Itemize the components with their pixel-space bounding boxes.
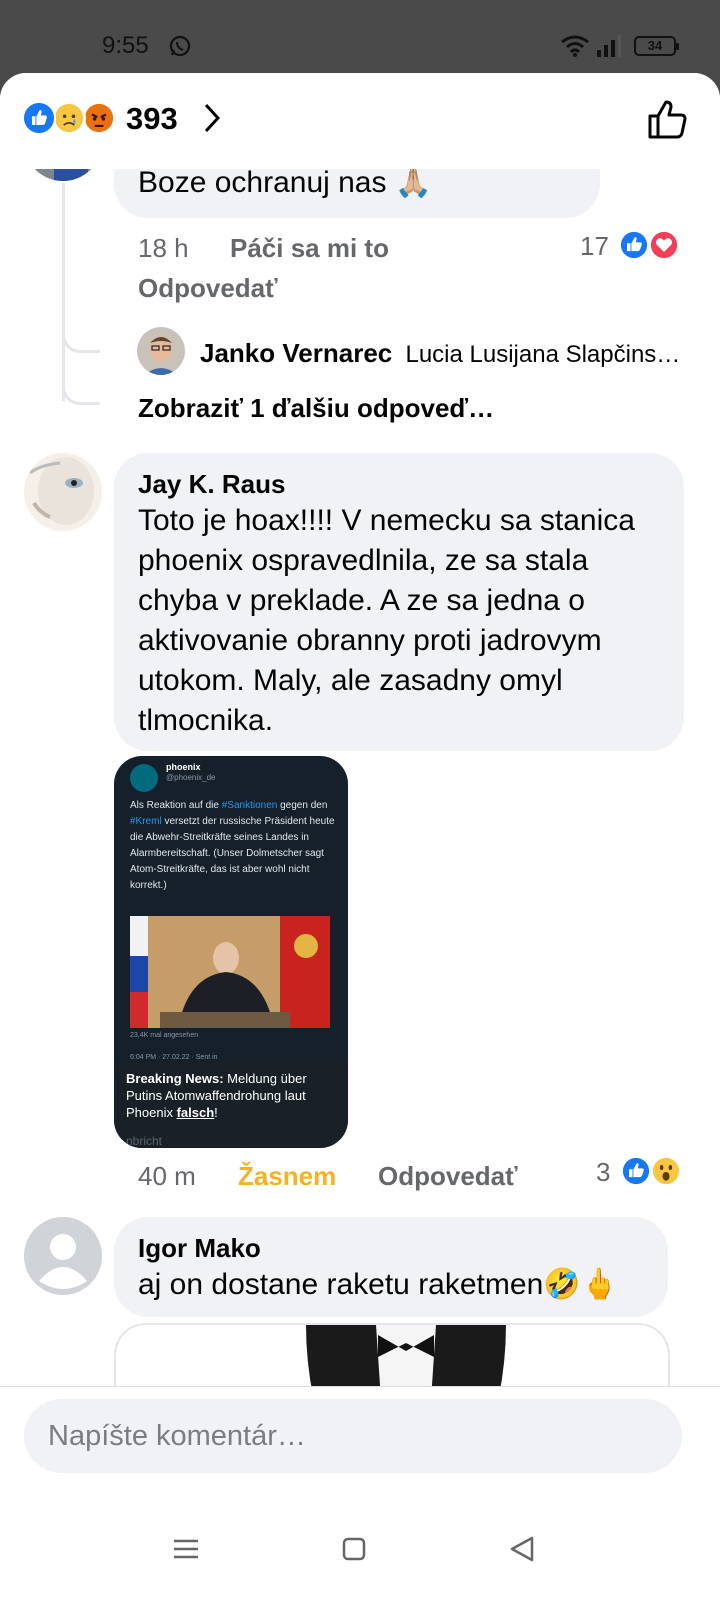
reaction-count: 17 <box>580 231 609 261</box>
reply-avatar[interactable] <box>137 327 185 375</box>
phoenix-logo <box>130 764 158 792</box>
like-outline-icon[interactable] <box>646 97 690 141</box>
thread-elbow <box>62 369 100 405</box>
tweet-date: 6:04 PM · 27.02.22 · Sent in <box>130 1054 218 1061</box>
comment-reactions[interactable]: 3 <box>596 1155 686 1191</box>
thread-elbow <box>62 313 100 353</box>
sad-icon <box>52 101 86 135</box>
composer <box>0 1386 720 1600</box>
comment-bubble: Igor Mako aj on dostane raketu raketmen🤣… <box>114 1217 668 1317</box>
android-nav-bar <box>0 1507 720 1600</box>
whatsapp-icon <box>169 35 191 57</box>
comment-bubble: Jay K. Raus Toto je hoax!!!! V nemecku s… <box>114 453 684 751</box>
back-icon[interactable] <box>502 1529 542 1569</box>
reply-snippet: Lucia Lusijana Slapčins… <box>405 341 681 368</box>
like-icon <box>618 229 650 261</box>
like-button[interactable]: Páči sa mi to <box>230 233 389 263</box>
caption-faint-text: nbricht <box>126 1134 163 1148</box>
commenter-avatar[interactable] <box>24 453 102 531</box>
comments-sheet: 393 Boze ochranuj nas 🙏🏼 18 h Páči sa mi… <box>0 73 720 1600</box>
reply-button[interactable]: Odpovedať <box>138 273 278 303</box>
comment-text: aj on dostane raketu raketmen🤣🖕 <box>138 1268 618 1301</box>
love-icon <box>648 229 680 261</box>
tweet-photo <box>130 916 330 1028</box>
comment-image[interactable]: phoenix @phoenix_de Als Reaktion auf die… <box>114 756 348 1148</box>
comment-author[interactable]: Igor Mako <box>138 1233 261 1263</box>
view-more-replies-button[interactable]: Zobraziť 1 ďalšiu odpoveď… <box>138 393 494 423</box>
comment-reactions[interactable]: 17 <box>580 229 686 265</box>
tweet-text: Als Reaktion auf die #Sanktionen gegen d… <box>130 800 335 891</box>
comment-time: 18 h <box>138 233 189 263</box>
comment-text: Toto je hoax!!!! V nemecku sa stanica ph… <box>138 504 635 737</box>
like-icon <box>620 1155 652 1187</box>
reaction-count[interactable]: 393 <box>126 101 178 137</box>
tweet-name: phoenix <box>166 762 201 772</box>
reactions-header[interactable]: 393 <box>0 73 720 169</box>
like-icon <box>22 101 56 135</box>
default-avatar-icon[interactable] <box>24 1217 102 1295</box>
signal-icon <box>597 35 621 57</box>
status-bar: 9:55 34 <box>0 0 720 78</box>
chevron-right-icon[interactable] <box>200 101 224 135</box>
comment-list[interactable]: Boze ochranuj nas 🙏🏼 18 h Páči sa mi to … <box>0 73 720 1443</box>
reply-author: Janko Vernarec <box>200 338 393 368</box>
reaction-button[interactable]: Žasnem <box>238 1161 336 1191</box>
angry-icon <box>82 101 116 135</box>
image-caption: Breaking News: Meldung über Putins Atomw… <box>114 1062 348 1148</box>
wow-icon <box>650 1155 682 1187</box>
home-icon[interactable] <box>334 1529 374 1569</box>
menu-icon[interactable] <box>166 1529 206 1569</box>
comment-time: 40 m <box>138 1161 196 1191</box>
comment-input[interactable] <box>24 1399 682 1473</box>
reply-preview[interactable]: Janko Vernarec Lucia Lusijana Slapčins… <box>200 337 690 371</box>
reaction-icons[interactable] <box>22 101 122 135</box>
reaction-count: 3 <box>596 1157 611 1187</box>
tweet-views: 23,4K mal angesehen <box>130 1032 199 1039</box>
battery-icon: 34 <box>634 36 679 56</box>
status-time: 9:55 <box>102 32 149 59</box>
wifi-icon <box>561 35 589 57</box>
comment-text: Boze ochranuj nas 🙏🏼 <box>138 166 433 199</box>
comment-author[interactable]: Jay K. Raus <box>138 469 285 499</box>
tweet-handle: @phoenix_de <box>166 773 216 782</box>
reply-button[interactable]: Odpovedať <box>378 1161 518 1191</box>
